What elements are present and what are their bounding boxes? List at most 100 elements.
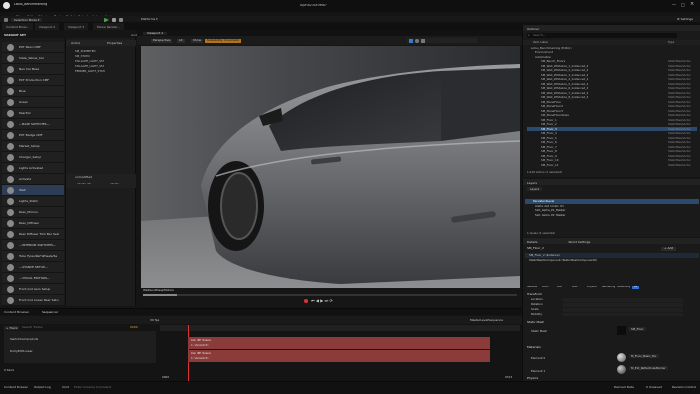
material-thumbnail[interactable] bbox=[617, 365, 626, 374]
current-time[interactable]: 0000 bbox=[130, 326, 138, 329]
variant-row[interactable]: ---INTERIOR SWITCHES--- bbox=[2, 240, 64, 251]
actor-name-field[interactable]: SM_Floor_2 bbox=[527, 247, 544, 250]
variant-row[interactable]: Slate_Yellow_Cal bbox=[2, 53, 64, 64]
material-element-0-value[interactable]: M_Floor_Basic_Pur bbox=[629, 354, 659, 358]
material-thumbnail[interactable] bbox=[617, 353, 626, 362]
variant-row[interactable]: Front Grd Aero Setup bbox=[2, 284, 64, 295]
maximize-icon[interactable]: □ bbox=[681, 3, 685, 7]
lit-button[interactable]: Lit bbox=[177, 38, 185, 43]
sequence-clip[interactable]: Car_ZE_Scene 1: Variant(2) bbox=[188, 350, 490, 362]
variant-row[interactable]: Activate bbox=[2, 174, 64, 185]
variant-row[interactable]: Lights_Static bbox=[2, 196, 64, 207]
tab-viewport-3[interactable]: Viewport 3 bbox=[64, 23, 89, 30]
variant-row[interactable]: ---VISUAL EDITORS--- bbox=[2, 273, 64, 284]
variant-row[interactable]: EXT Production CMF bbox=[2, 75, 64, 86]
variant-row[interactable]: Tube Tyres/Ref Wheels/Se bbox=[2, 251, 64, 262]
timeline-ruler[interactable] bbox=[160, 325, 520, 385]
fps-dropdown[interactable]: 30 fps bbox=[150, 319, 159, 322]
variant-row[interactable]: Rear_Mirrors bbox=[2, 207, 64, 218]
derived-data-button[interactable]: Derived Data bbox=[614, 386, 634, 389]
output-log-button[interactable]: Output Log bbox=[34, 386, 51, 389]
details-filter-tab[interactable]: Streaming bbox=[617, 286, 630, 289]
tab-details[interactable]: Details bbox=[527, 240, 537, 244]
scalability-button[interactable]: Scalability: Cinematic bbox=[205, 38, 242, 43]
details-filter-tab[interactable]: General bbox=[527, 286, 537, 289]
tab-actors[interactable]: Actors bbox=[71, 42, 80, 45]
revision-control-button[interactable]: Revision Control bbox=[672, 386, 696, 389]
level-row[interactable]: Alpha_Apt_Jonkin_P1 bbox=[535, 205, 564, 208]
variant-row[interactable]: Green bbox=[2, 97, 64, 108]
variant-row[interactable]: Rear_Diffuser bbox=[2, 218, 64, 229]
details-filter-tab[interactable]: Rendering bbox=[602, 286, 615, 289]
details-filter-tab[interactable]: Physics bbox=[587, 286, 597, 289]
tab-content-browser-bottom[interactable]: Content Browser bbox=[4, 311, 29, 314]
scale-icon[interactable] bbox=[421, 38, 425, 43]
details-filter-tab[interactable]: LOD bbox=[557, 286, 562, 289]
record-icon[interactable] bbox=[304, 299, 308, 303]
level-row[interactable]: Slot_Alpha_P1_Master bbox=[535, 209, 566, 212]
track-row[interactable]: DollyEditLinear bbox=[10, 350, 33, 353]
actor-row[interactable]: FENDER_LIGHT_STATI bbox=[75, 70, 105, 73]
platforms-button[interactable]: Platforms ▾ bbox=[141, 18, 158, 21]
section-transform[interactable]: Transform bbox=[527, 293, 542, 296]
variant-row[interactable]: EXT Badge CMF bbox=[2, 130, 64, 141]
details-filter-tab[interactable]: Misc bbox=[572, 286, 578, 289]
add-component-button[interactable]: + Add bbox=[661, 246, 677, 251]
rotate-icon[interactable] bbox=[415, 38, 419, 43]
timeline-scrubber[interactable] bbox=[143, 294, 517, 296]
tab-viewport-1[interactable]: Viewport 1 bbox=[143, 31, 168, 35]
sequence-clip[interactable]: Car_ZE_Scene 1: Variant(2) bbox=[188, 337, 490, 349]
section-materials[interactable]: Materials bbox=[527, 346, 541, 349]
actor-row[interactable]: TAILGATE_LIGHT_STA bbox=[75, 65, 104, 68]
variant-row[interactable]: Market_Setup bbox=[2, 141, 64, 152]
tab-sequencer[interactable]: Sequencer bbox=[42, 311, 58, 314]
show-button[interactable]: Show bbox=[191, 38, 204, 43]
add-track-button[interactable]: + Track bbox=[4, 326, 20, 330]
variant-row[interactable]: Neo Car Base bbox=[2, 64, 64, 75]
outliner-search-input[interactable]: Search... bbox=[533, 34, 545, 37]
static-mesh-value[interactable]: SM_Floor bbox=[629, 327, 646, 331]
outliner-row[interactable]: SM_Floor_11 StaticMeshActor bbox=[527, 163, 697, 167]
variant-row[interactable]: ---BASE SWITCHES--- bbox=[2, 119, 64, 130]
section-physics[interactable]: Physics bbox=[527, 377, 538, 380]
section-static-mesh[interactable]: Static Mesh bbox=[527, 321, 544, 324]
viewport-render[interactable] bbox=[141, 46, 520, 288]
level-row[interactable]: Slot_Alpha_P2_Master bbox=[535, 214, 566, 217]
outliner-search[interactable]: ⌕ Search... bbox=[527, 33, 677, 38]
variant-row[interactable]: EXT Neon CMF bbox=[2, 42, 64, 53]
move-icon[interactable] bbox=[409, 38, 413, 43]
track-search[interactable]: Search Tracks bbox=[22, 326, 43, 329]
level-row[interactable]: PersistentLevel bbox=[525, 199, 699, 204]
transform-tools[interactable] bbox=[407, 38, 477, 43]
variant-row[interactable]: Charger_Setup bbox=[2, 152, 64, 163]
unsaved-button[interactable]: 0 Unsaved bbox=[646, 386, 662, 389]
component-row[interactable]: StaticMeshComponent (StaticMeshComponent… bbox=[529, 259, 597, 262]
minimize-icon[interactable]: — bbox=[672, 3, 676, 7]
close-icon[interactable]: × bbox=[690, 2, 694, 7]
settings-button[interactable]: ⚙ Settings bbox=[677, 18, 693, 21]
variant-row[interactable]: Front Grd Lower Rear Setu bbox=[2, 295, 64, 306]
variant-row[interactable]: Lights Activated bbox=[2, 163, 64, 174]
unreal-logo-icon[interactable] bbox=[3, 2, 10, 9]
variant-row[interactable]: Rear Diffuser Trim Bar Selo bbox=[2, 229, 64, 240]
column-type[interactable]: Type bbox=[668, 41, 674, 44]
level-tab[interactable]: Lotus_Benchmarking bbox=[14, 3, 47, 6]
actor-row[interactable]: SM_SUMMITED bbox=[75, 50, 96, 53]
details-filter-tab[interactable]: All bbox=[632, 286, 640, 289]
transport-icons[interactable]: ⏮ ◀ ▶ ⏭ ⟳ bbox=[311, 299, 333, 303]
column-item-label[interactable]: Item Label bbox=[533, 41, 548, 44]
tab-world-settings[interactable]: World Settings bbox=[568, 240, 590, 244]
tab-movie-render[interactable]: Movie Render... bbox=[93, 23, 125, 30]
variant-row[interactable]: Wait bbox=[2, 185, 64, 196]
variant-row[interactable]: ---STANCE SETUP--- bbox=[2, 262, 64, 273]
details-filter-tab[interactable]: Actor bbox=[542, 286, 549, 289]
transform-fields[interactable] bbox=[563, 298, 683, 316]
perspective-button[interactable]: Perspective bbox=[151, 38, 173, 43]
console-input[interactable]: Enter Console Command bbox=[74, 386, 111, 389]
actor-row[interactable]: TAILGATE_LIGHT_STA bbox=[75, 60, 104, 63]
tab-content-browser[interactable]: Content Brow... bbox=[2, 23, 33, 30]
content-drawer-button[interactable]: Content Drawer bbox=[4, 386, 28, 389]
cmd-dropdown[interactable]: Cmd bbox=[62, 386, 69, 389]
variant-row[interactable]: Blue bbox=[2, 86, 64, 97]
variant-row[interactable]: Pearlton bbox=[2, 108, 64, 119]
